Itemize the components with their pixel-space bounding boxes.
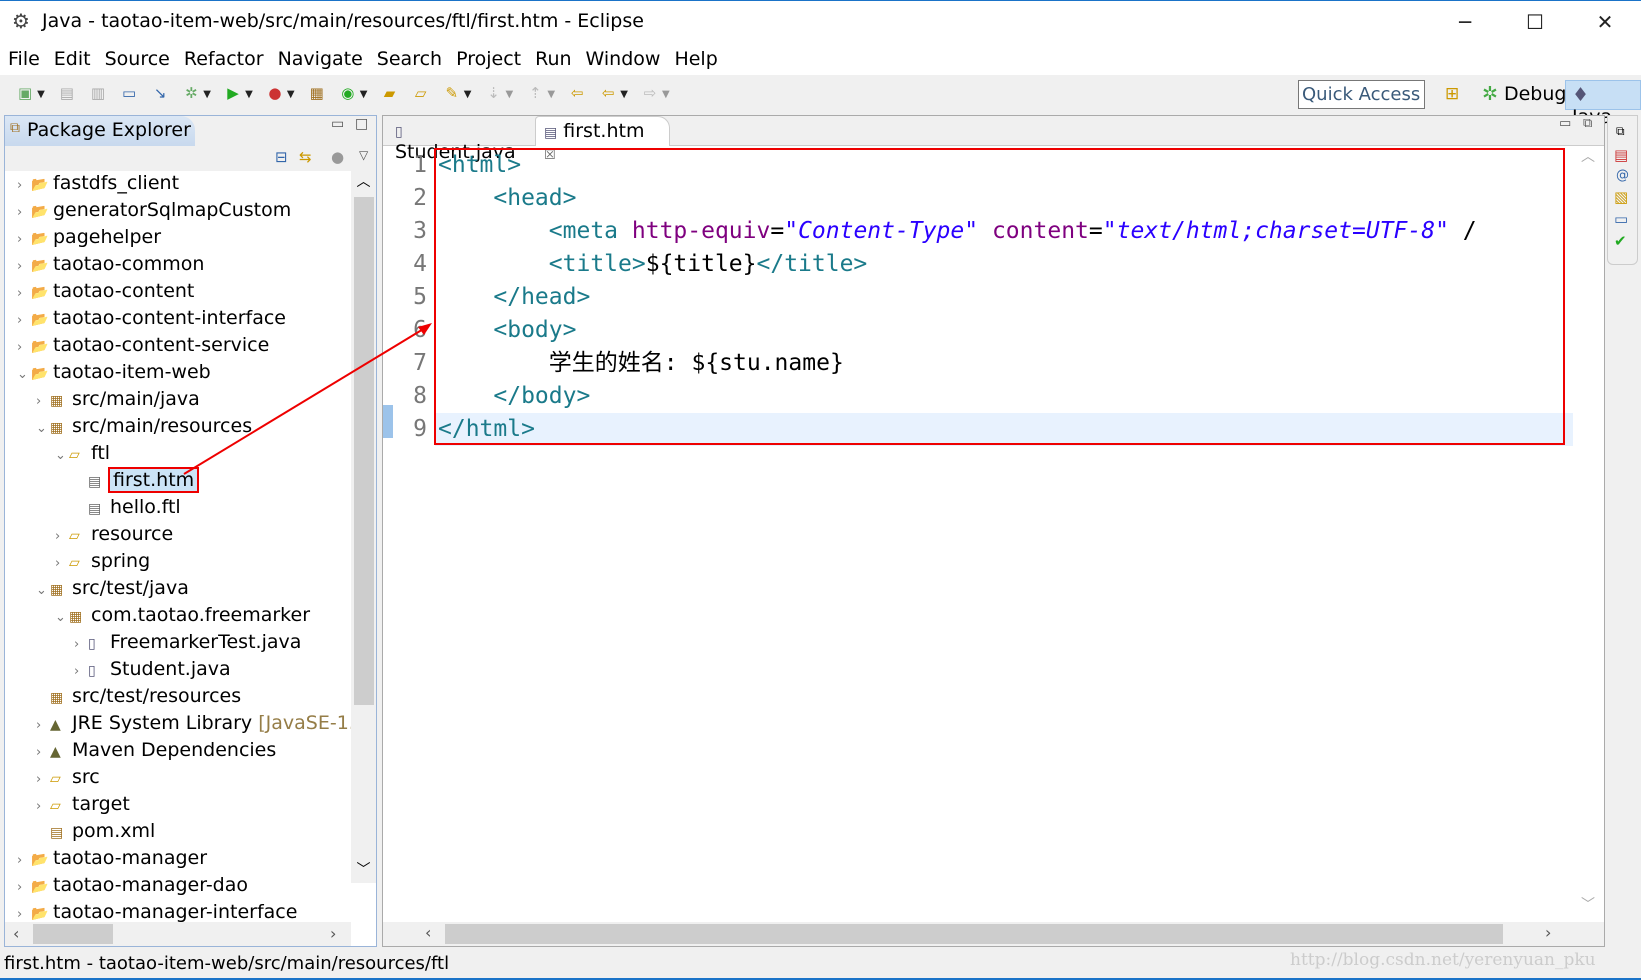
- status-text: first.htm - taotao-item-web/src/main/res…: [4, 953, 450, 974]
- watermark: http://blog.csdn.net/yerenyuan_pku: [1290, 950, 1596, 970]
- annotation-arrow: [183, 323, 432, 475]
